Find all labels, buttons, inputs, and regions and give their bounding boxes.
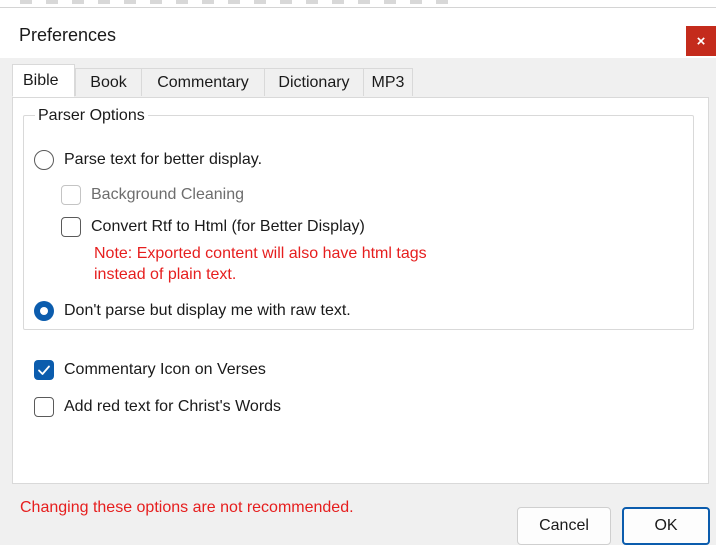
- parse-text-radio[interactable]: [34, 150, 54, 170]
- export-note-line2: instead of plain text.: [94, 266, 237, 283]
- preferences-dialog: Preferences × Bible Book Commentary Dict…: [0, 8, 716, 545]
- title-bar: Preferences: [0, 8, 716, 58]
- background-cleaning-label: Background Cleaning: [91, 186, 244, 203]
- red-text-option[interactable]: Add red text for Christ's Words: [34, 397, 281, 417]
- red-text-label: Add red text for Christ's Words: [64, 398, 282, 415]
- ok-button-label: OK: [654, 517, 678, 534]
- convert-rtf-label: Convert Rtf to Html (for Better Display): [91, 218, 365, 235]
- tab-commentary[interactable]: Commentary: [141, 68, 265, 96]
- export-note-line1: Note: Exported content will also have ht…: [94, 245, 427, 262]
- red-text-checkbox[interactable]: [34, 397, 54, 417]
- cancel-button[interactable]: Cancel: [517, 507, 611, 545]
- tab-mp3[interactable]: MP3: [363, 68, 413, 96]
- bible-tab-page: Parser Options Parse text for better dis…: [12, 97, 709, 484]
- tab-label: Commentary: [157, 73, 249, 91]
- tab-label: Dictionary: [278, 73, 350, 91]
- commentary-icon-option[interactable]: Commentary Icon on Verses: [34, 360, 266, 380]
- background-window-strip: [0, 0, 716, 8]
- checkmark-icon: [38, 365, 50, 375]
- tab-strip: Bible Book Commentary Dictionary MP3: [12, 64, 712, 97]
- dialog-title: Preferences: [19, 25, 117, 45]
- raw-text-option[interactable]: Don't parse but display me with raw text…: [34, 301, 351, 321]
- convert-rtf-option[interactable]: Convert Rtf to Html (for Better Display): [61, 217, 365, 237]
- parse-text-label: Parse text for better display.: [64, 151, 263, 168]
- tab-book[interactable]: Book: [75, 68, 142, 96]
- close-icon: ×: [696, 32, 706, 50]
- tab-label: Bible: [23, 71, 59, 89]
- background-toolbar-remnant: [20, 0, 460, 4]
- parse-text-option[interactable]: Parse text for better display.: [34, 150, 262, 170]
- tab-label: MP3: [371, 73, 405, 91]
- tab-bible[interactable]: Bible: [12, 64, 75, 97]
- radio-dot: [40, 307, 48, 315]
- tab-label: Book: [90, 73, 127, 91]
- background-cleaning-checkbox[interactable]: [61, 185, 81, 205]
- convert-rtf-checkbox[interactable]: [61, 217, 81, 237]
- raw-text-radio[interactable]: [34, 301, 54, 321]
- cancel-button-label: Cancel: [539, 517, 589, 534]
- close-button[interactable]: ×: [686, 26, 716, 56]
- commentary-icon-label: Commentary Icon on Verses: [64, 361, 266, 378]
- commentary-icon-checkbox[interactable]: [34, 360, 54, 380]
- footer-warning: Changing these options are not recommend…: [20, 499, 354, 516]
- tab-dictionary[interactable]: Dictionary: [264, 68, 364, 96]
- parser-options-legend: Parser Options: [35, 107, 148, 125]
- background-cleaning-option[interactable]: Background Cleaning: [61, 185, 244, 205]
- raw-text-label: Don't parse but display me with raw text…: [64, 302, 351, 319]
- ok-button[interactable]: OK: [622, 507, 710, 545]
